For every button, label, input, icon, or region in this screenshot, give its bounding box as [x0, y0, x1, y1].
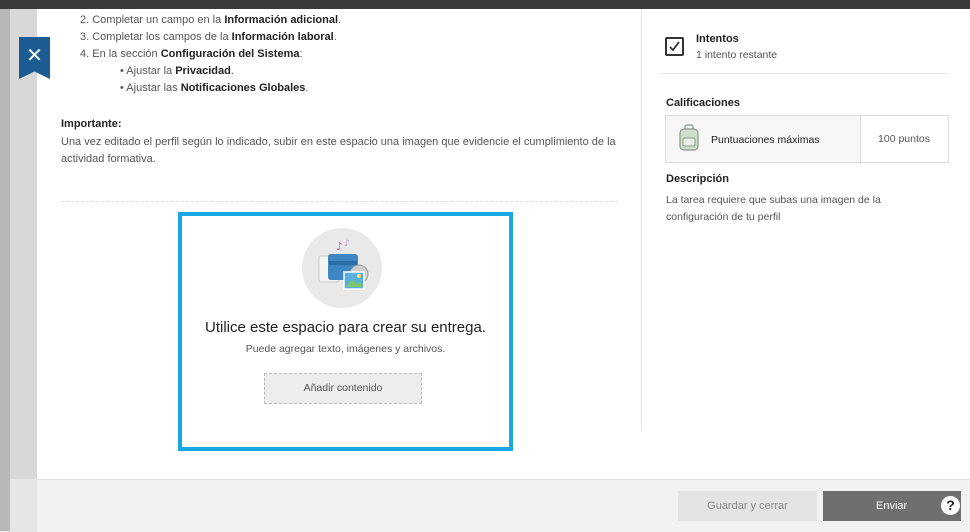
instruction-item: 4. En la sección Configuración del Siste… [80, 48, 303, 60]
close-icon: ✕ [26, 45, 43, 67]
left-shade [0, 9, 10, 531]
attempts-title: Intentos [696, 33, 739, 45]
instruction-item: 2. Completar un campo en la Información … [80, 14, 342, 26]
description-text: La tarea requiere que subas una imagen d… [666, 194, 881, 223]
save-and-close-button[interactable]: Guardar y cerrar [678, 491, 817, 521]
upload-illustration-icon: ♪ ♪ [302, 228, 382, 308]
svg-text:♪: ♪ [344, 239, 350, 249]
backpack-icon [678, 124, 700, 152]
grades-title: Calificaciones [666, 97, 740, 109]
grades-card: Puntuaciones máximas 100 puntos [665, 115, 949, 163]
max-score-label: Puntuaciones máximas [711, 134, 820, 146]
top-bar [0, 0, 970, 9]
submit-button[interactable]: Enviar ? [823, 491, 961, 521]
instruction-item: 3. Completar los campos de la Informació… [80, 31, 337, 43]
description-title: Descripción [666, 173, 729, 185]
svg-text:♪: ♪ [336, 240, 343, 253]
column-divider [641, 9, 642, 431]
checkbox-icon [665, 37, 684, 56]
dashed-divider [61, 201, 618, 202]
submission-dropzone[interactable]: ♪ ♪ Utilice este espacio para crear su e… [178, 212, 513, 451]
help-icon[interactable]: ? [941, 496, 960, 515]
instruction-subitem: • Ajustar las Notificaciones Globales. [120, 82, 309, 94]
left-gutter [10, 9, 37, 479]
attempts-remaining: 1 intento restante [696, 49, 778, 61]
add-content-button[interactable]: Añadir contenido [264, 373, 422, 404]
important-title: Importante: [61, 118, 122, 130]
max-score-value: 100 puntos [878, 133, 930, 145]
grades-card-label-cell: Puntuaciones máximas [666, 116, 861, 162]
sidebar-divider [660, 73, 948, 74]
instruction-subitem: • Ajustar la Privacidad. [120, 65, 234, 77]
instruction-list: 2. Completar un campo en la Información … [80, 12, 341, 97]
submit-button-label: Enviar [876, 500, 908, 512]
dropzone-subtitle: Puede agregar texto, imágenes y archivos… [245, 343, 446, 355]
important-text: Una vez editado el perfil según lo indic… [61, 136, 616, 165]
dropzone-title: Utilice este espacio para crear su entre… [205, 319, 486, 336]
